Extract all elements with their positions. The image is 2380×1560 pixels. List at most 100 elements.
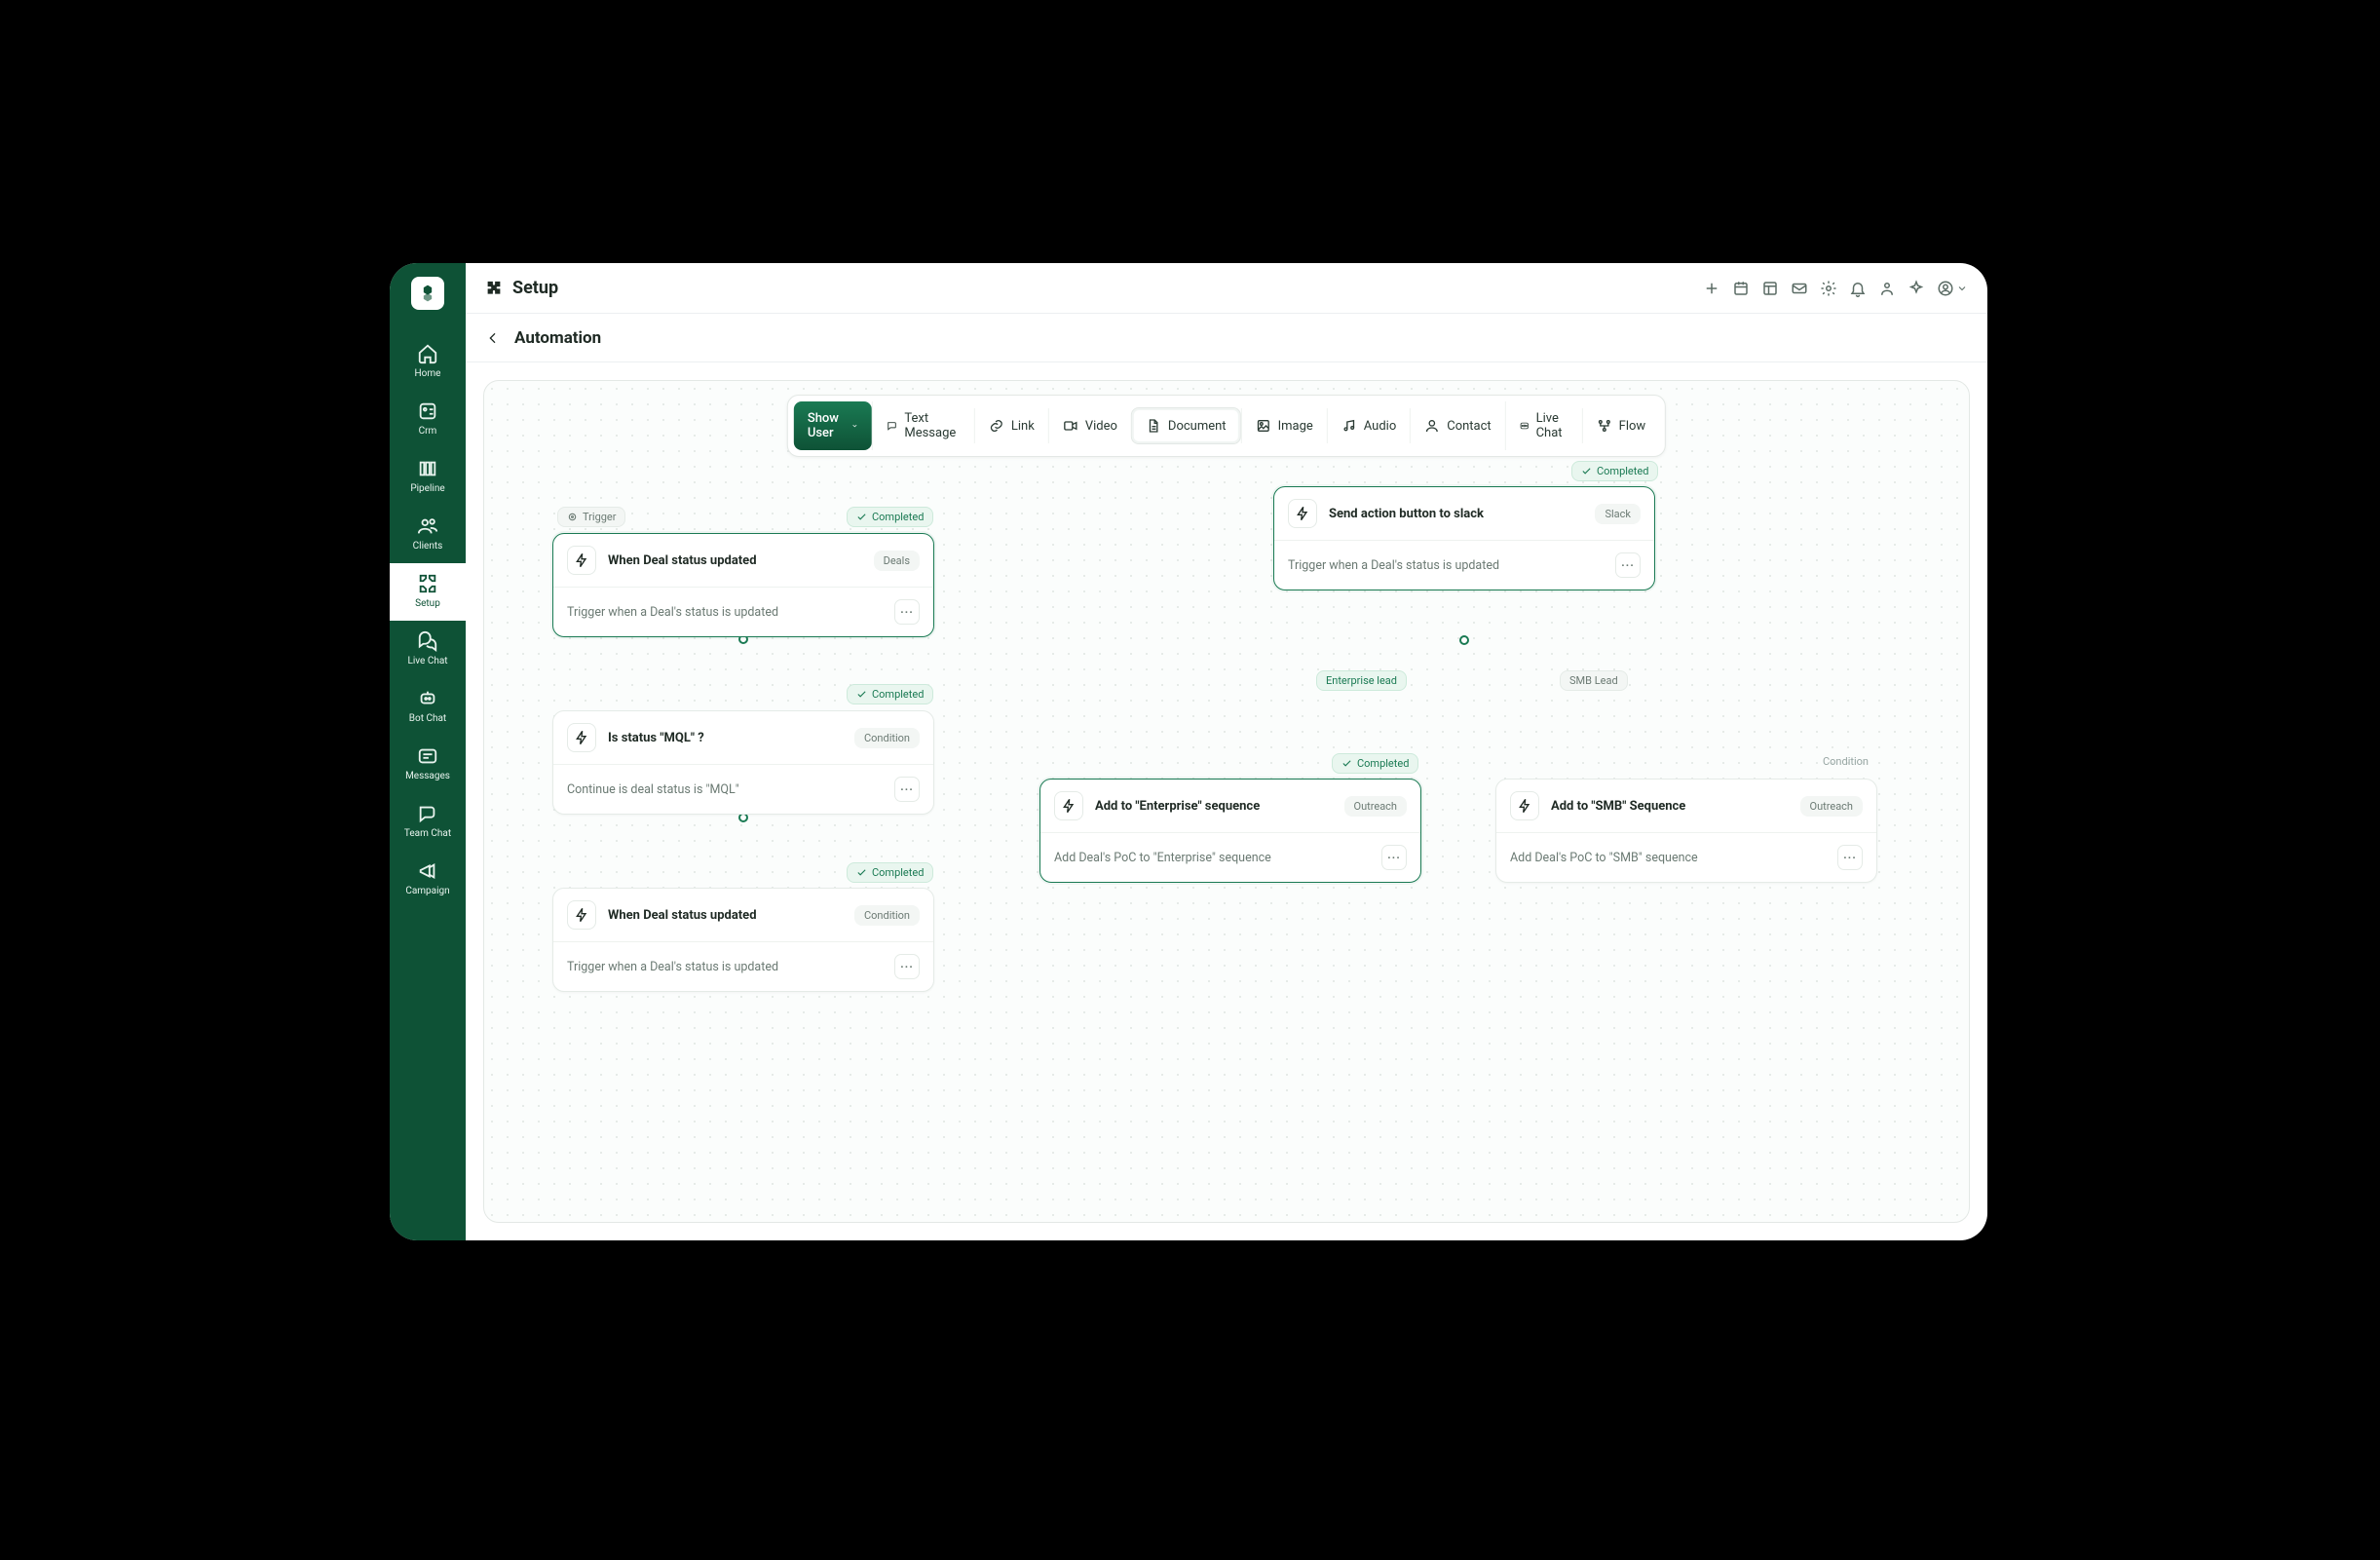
sidebar-item-crm[interactable]: Crm (390, 391, 466, 448)
gear-icon[interactable] (1820, 280, 1837, 297)
bolt-icon (567, 900, 596, 930)
automation-canvas[interactable]: Show User Text Message Link Video (483, 380, 1970, 1223)
tool-document[interactable]: Document (1131, 407, 1241, 444)
sidebar-item-setup[interactable]: Setup (390, 563, 466, 621)
node-more-button[interactable]: ··· (894, 777, 920, 802)
node-title: When Deal status updated (608, 908, 843, 923)
back-arrow-icon[interactable] (485, 330, 501, 346)
tool-text-message[interactable]: Text Message (872, 401, 974, 450)
branch-label-enterprise: Enterprise lead (1316, 670, 1407, 691)
sidebar-label-clients: Clients (413, 541, 443, 552)
node-title: Add to "SMB" Sequence (1551, 799, 1789, 814)
node-body: Trigger when a Deal's status is updated … (553, 942, 933, 991)
connectors (484, 381, 776, 527)
tool-livechat[interactable]: Live Chat (1505, 401, 1582, 450)
show-user-button[interactable]: Show User (794, 401, 872, 450)
tool-image[interactable]: Image (1241, 408, 1327, 443)
sidebar-label-teamchat: Team Chat (404, 828, 451, 839)
contact-icon (1424, 418, 1440, 434)
node-head: When Deal status updated Condition (553, 889, 933, 942)
tool-link[interactable]: Link (974, 408, 1048, 443)
check-icon (856, 512, 867, 522)
toolbar: Show User Text Message Link Video (787, 395, 1666, 457)
calendar-icon[interactable] (1732, 280, 1750, 297)
node-tag: Slack (1595, 504, 1641, 524)
sidebar-label-campaign: Campaign (405, 886, 449, 896)
node-more-button[interactable]: ··· (894, 954, 920, 979)
sidebar-item-home[interactable]: Home (390, 333, 466, 391)
tool-audio[interactable]: Audio (1327, 408, 1410, 443)
clients-icon (417, 515, 438, 537)
node-body: Trigger when a Deal's status is updated … (1274, 541, 1654, 590)
node-smb-sequence[interactable]: Add to "SMB" Sequence Outreach Add Deal'… (1495, 779, 1877, 883)
setup-icon (417, 573, 438, 594)
sidebar-item-messages[interactable]: Messages (390, 736, 466, 793)
node-port[interactable] (1459, 635, 1469, 645)
bolt-icon (567, 723, 596, 752)
speech-icon (887, 418, 897, 434)
tool-label-audio: Audio (1364, 419, 1396, 434)
livechat-icon (417, 630, 438, 652)
completed-badge: Completed (1571, 461, 1658, 481)
tool-video[interactable]: Video (1048, 408, 1131, 443)
sidebar-item-botchat[interactable]: Bot Chat (390, 678, 466, 736)
subheader-title: Automation (514, 328, 601, 348)
sidebar: Home Crm Pipeline Clients Setup Live Cha… (390, 263, 466, 1240)
tool-label-text: Text Message (904, 411, 961, 440)
target-icon (567, 512, 578, 522)
header-actions (1703, 280, 1968, 297)
teamchat-icon (417, 803, 438, 824)
node-head: Add to "Enterprise" sequence Outreach (1040, 780, 1420, 833)
botchat-icon (417, 688, 438, 709)
tool-label-contact: Contact (1447, 419, 1491, 434)
canvas-wrap: Show User Text Message Link Video (466, 362, 1987, 1240)
users-icon[interactable] (1878, 280, 1896, 297)
node-title: Is status "MQL" ? (608, 731, 843, 745)
node-tag: Condition (854, 728, 920, 748)
sidebar-label-crm: Crm (419, 426, 437, 437)
sidebar-item-pipeline[interactable]: Pipeline (390, 448, 466, 506)
mail-icon[interactable] (1791, 280, 1808, 297)
bolt-icon (1054, 791, 1083, 820)
layout-icon[interactable] (1761, 280, 1779, 297)
node-more-button[interactable]: ··· (894, 599, 920, 625)
node-is-status-mql[interactable]: Is status "MQL" ? Condition Continue is … (552, 710, 934, 815)
header: Setup (466, 263, 1987, 314)
completed-badge: Completed (847, 862, 933, 883)
node-more-button[interactable]: ··· (1837, 845, 1863, 870)
bolt-icon (567, 546, 596, 575)
chevron-down-icon (851, 420, 858, 432)
campaign-icon (417, 860, 438, 882)
node-more-button[interactable]: ··· (1615, 552, 1641, 578)
node-trigger-deal-updated[interactable]: When Deal status updated Deals Trigger w… (552, 533, 934, 637)
subheader: Automation (466, 314, 1987, 362)
sidebar-item-livechat[interactable]: Live Chat (390, 621, 466, 678)
tool-flow[interactable]: Flow (1582, 408, 1660, 443)
node-enterprise-sequence[interactable]: Add to "Enterprise" sequence Outreach Ad… (1039, 779, 1421, 883)
tool-contact[interactable]: Contact (1410, 408, 1504, 443)
node-body: Add Deal's PoC to "SMB" sequence ··· (1496, 833, 1876, 882)
node-tag: Outreach (1800, 796, 1864, 817)
node-more-button[interactable]: ··· (1381, 845, 1407, 870)
avatar-menu[interactable] (1937, 280, 1968, 297)
chat-icon (1520, 418, 1530, 434)
node-slack-action[interactable]: Send action button to slack Slack Trigge… (1273, 486, 1655, 590)
node-title: When Deal status updated (608, 553, 862, 568)
node-tag: Condition (854, 905, 920, 926)
tool-label-flow: Flow (1619, 419, 1646, 434)
node-desc: Add Deal's PoC to "SMB" sequence (1510, 851, 1698, 865)
sidebar-label-home: Home (415, 368, 441, 379)
sidebar-item-teamchat[interactable]: Team Chat (390, 793, 466, 851)
sidebar-item-campaign[interactable]: Campaign (390, 851, 466, 908)
tool-label-document: Document (1168, 419, 1227, 434)
sidebar-item-clients[interactable]: Clients (390, 506, 466, 563)
sparkle-icon[interactable] (1908, 280, 1925, 297)
chevron-down-icon (1956, 283, 1968, 294)
completed-badge: Completed (847, 684, 933, 704)
node-body: Trigger when a Deal's status is updated … (553, 588, 933, 636)
plus-icon[interactable] (1703, 280, 1720, 297)
node-deal-updated-condition[interactable]: When Deal status updated Condition Trigg… (552, 888, 934, 992)
bell-icon[interactable] (1849, 280, 1867, 297)
node-head: Is status "MQL" ? Condition (553, 711, 933, 765)
tool-label-image: Image (1278, 419, 1313, 434)
